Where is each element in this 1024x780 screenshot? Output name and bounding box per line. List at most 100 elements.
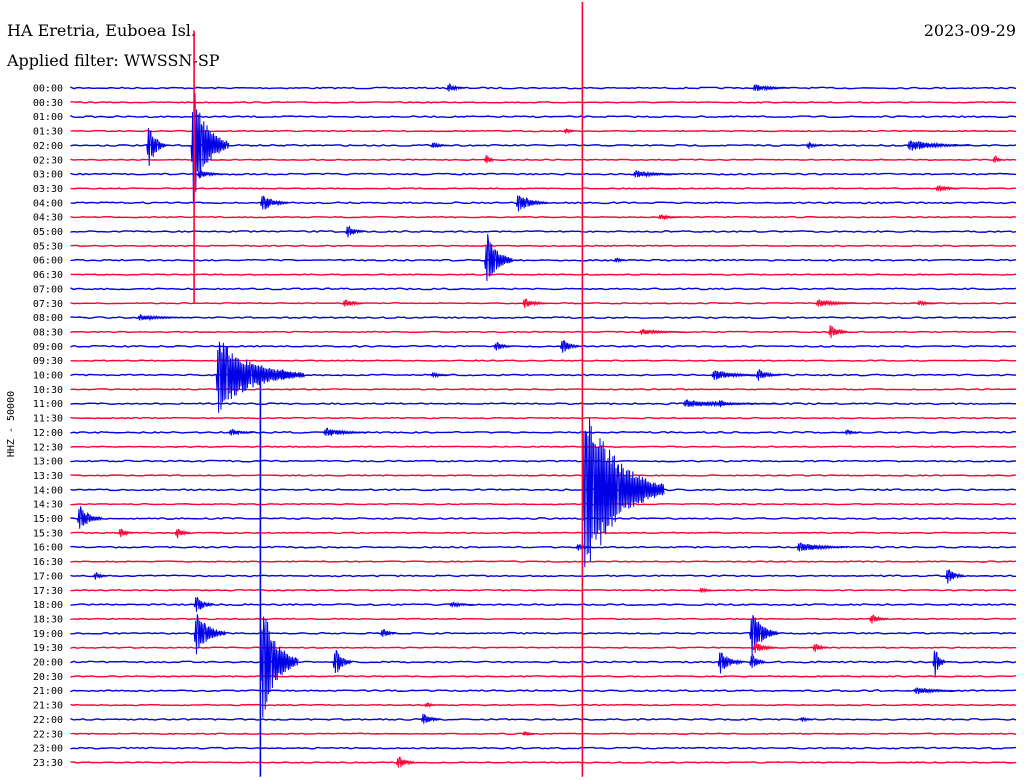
seismic-event [913,686,959,695]
seismic-event [136,313,195,322]
seismic-event [907,139,971,151]
seismic-event [932,650,946,677]
seismic-event [92,572,109,580]
seismic-event [581,417,665,568]
row-tick-label: 10:30 [33,385,63,396]
row-tick-label: 12:30 [33,442,63,453]
seismic-event [844,429,860,436]
trace-row [70,359,1017,362]
row-tick-label: 02:30 [33,155,63,166]
row-tick-label: 16:30 [33,557,63,568]
trace-row [70,230,1017,233]
seismic-event [812,643,829,652]
seismic-event [828,325,848,339]
trace-row [70,459,1017,463]
trace-row [70,187,1017,190]
trace-row [70,761,1017,764]
row-tick-label: 05:30 [33,241,63,252]
trace-row [70,158,1017,161]
date-label: 2023-09-29 [924,21,1016,40]
trace-row [70,445,1017,448]
row-tick-label: 06:30 [33,270,63,281]
seismic-event [379,629,396,637]
trace-row [70,675,1017,678]
seismic-event [484,154,494,164]
seismic-event [259,616,299,718]
row-tick-label: 22:00 [33,715,63,726]
row-tick-label: 18:00 [33,600,63,611]
trace-row [70,273,1017,276]
row-tick-label: 06:00 [33,256,63,267]
trace-row [70,517,1017,520]
seismic-event [420,713,441,724]
row-tick-label: 17:30 [33,586,63,597]
row-tick-label: 08:30 [33,327,63,338]
trace-row [70,589,1017,592]
row-tick-label: 11:00 [33,399,63,410]
trace-row [70,115,1017,119]
seismic-event [752,84,791,92]
trace-row [70,488,1017,492]
row-tick-label: 21:00 [33,686,63,697]
seismic-events [76,82,1002,768]
seismic-event [563,128,576,135]
trace-row [70,732,1017,735]
row-tick-label: 04:00 [33,198,63,209]
row-tick-label: 07:00 [33,284,63,295]
trace-row [70,746,1017,750]
seismic-event [796,541,848,552]
row-tick-label: 10:00 [33,371,63,382]
seismic-event [559,340,580,353]
seismic-event [117,528,134,538]
row-tick-label: 00:00 [33,84,63,95]
trace-row [70,416,1017,420]
row-tick-label: 03:30 [33,184,63,195]
trace-row [70,430,1017,434]
row-tick-label: 21:30 [33,701,63,712]
row-tick-label: 15:30 [33,528,63,539]
seismic-event [799,717,813,723]
row-tick-label: 15:00 [33,514,63,525]
seismic-event [806,141,823,150]
filter-label: Applied filter: WWSSN-SP [6,51,220,70]
row-tick-label: 18:30 [33,614,63,625]
seismic-event [916,300,939,307]
seismic-event [323,427,368,436]
seismic-event [815,298,861,307]
row-tick-label: 00:30 [33,98,63,109]
helicorder-plot: HA Eretria, Euboea Isl. 2023-09-29 Appli… [6,1,1017,777]
seismic-event [174,529,191,539]
row-tick-label: 05:00 [33,227,63,238]
seismic-event [515,195,548,212]
trace-row [70,474,1017,477]
trace-row [70,101,1017,104]
row-tick-label: 03:00 [33,170,63,181]
seismic-event [698,587,712,594]
row-tick-label: 09:30 [33,356,63,367]
row-tick-label: 20:00 [33,658,63,669]
row-tick-label: 01:00 [33,112,63,123]
trace-row [70,330,1017,334]
row-tick-label: 08:00 [33,313,63,324]
seismic-event [992,154,1002,163]
row-tick-label: 19:30 [33,643,63,654]
seismic-event [493,342,513,351]
row-tick-label: 23:00 [33,744,63,755]
trace-row [70,574,1017,578]
seismic-event [682,399,779,408]
seismic-event [430,371,450,379]
row-tick-label: 20:30 [33,672,63,683]
seismic-event [632,169,678,178]
trace-row [70,703,1017,707]
row-tick-label: 01:30 [33,127,63,138]
trace-row [70,373,1017,377]
trace-row [70,545,1017,549]
row-tick-label: 11:30 [33,414,63,425]
trace-row [70,646,1016,649]
trace-row [70,316,1017,320]
trace-row [70,689,1017,693]
row-tick-label: 13:00 [33,457,63,468]
trace-row [70,129,1017,133]
trace-row [70,531,1017,535]
trace-lines [70,86,1017,764]
